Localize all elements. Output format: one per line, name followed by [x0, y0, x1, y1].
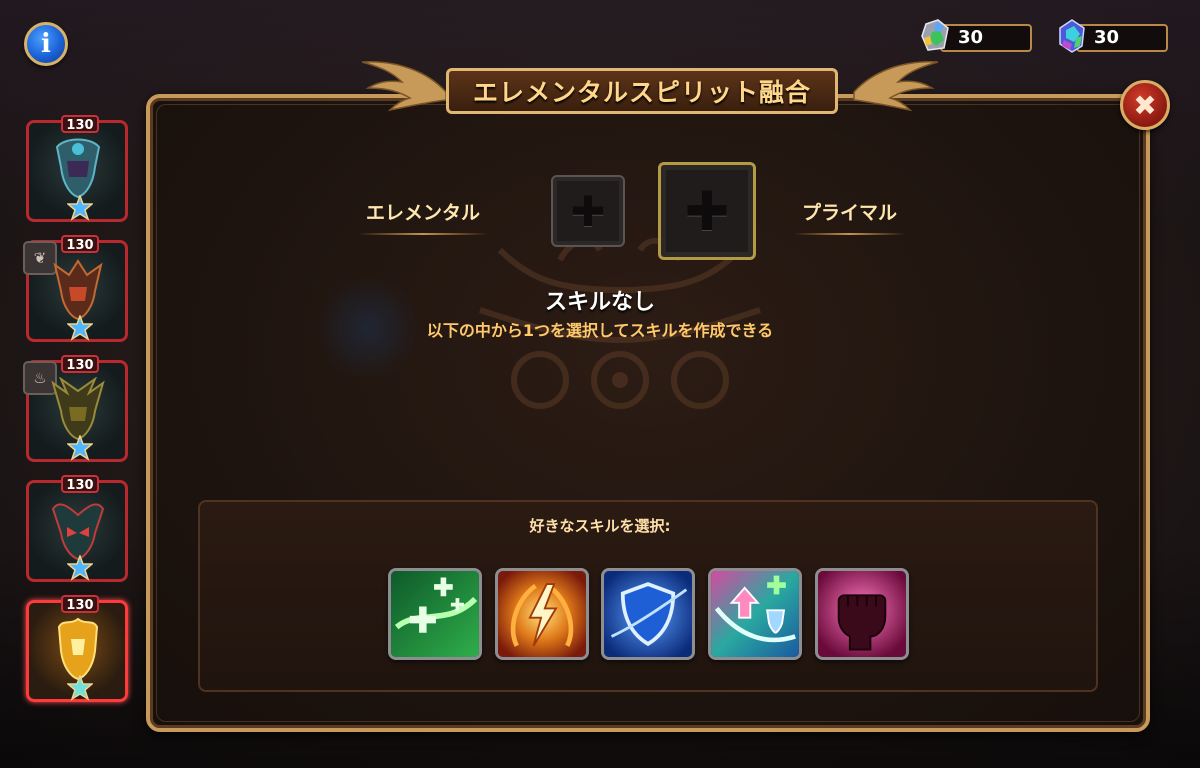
- currency-elemental: 30: [918, 19, 1036, 56]
- label-underline: [358, 233, 489, 235]
- skill-description: 以下の中から1つを選択してスキルを作成できる: [426, 321, 774, 340]
- skill-title: スキルなし: [544, 290, 655, 315]
- currency-primal: 30: [1054, 19, 1172, 56]
- close-icon: ✖: [1133, 88, 1157, 122]
- plus-icon: ✚: [684, 179, 730, 243]
- hero-card-5-selected[interactable]: 130: [26, 595, 128, 702]
- star-icon: [67, 195, 93, 221]
- elemental-slot[interactable]: ✚: [551, 175, 625, 247]
- lightning-burst-icon: [498, 571, 586, 657]
- skill-option-shield[interactable]: [601, 568, 695, 660]
- hero-level: 130: [61, 595, 99, 613]
- skill-option-lightning[interactable]: [495, 568, 589, 660]
- primal-slot[interactable]: ✚: [658, 162, 756, 260]
- hero-level: 130: [61, 475, 99, 493]
- healing-icon: [391, 571, 479, 657]
- info-icon: i: [41, 29, 51, 59]
- buff-heal-icon: [711, 571, 799, 657]
- elemental-crystal-icon: [921, 19, 949, 51]
- skill-option-buff-heal[interactable]: [708, 568, 802, 660]
- star-icon: [67, 675, 93, 701]
- primal-label-text: プライマル: [802, 202, 898, 224]
- elemental-label-text: エレメンタル: [366, 202, 481, 224]
- right-wing-ornament: [853, 61, 939, 112]
- shield-icon: [604, 571, 692, 657]
- primal-label: プライマル: [794, 198, 906, 235]
- hero-level: 130: [61, 235, 99, 253]
- skill-option-healing[interactable]: [388, 568, 482, 660]
- page-title: エレメンタルスピリット融合: [446, 68, 838, 114]
- fist-icon: [818, 571, 906, 657]
- title-plate: エレメンタルスピリット融合: [436, 64, 848, 118]
- info-button[interactable]: i: [24, 22, 68, 66]
- skill-option-fist[interactable]: [815, 568, 909, 660]
- plus-icon: ✚: [570, 186, 606, 236]
- label-underline: [794, 233, 906, 235]
- left-wing-ornament: [361, 61, 447, 112]
- close-button[interactable]: ✖: [1120, 80, 1170, 130]
- hero-card-1[interactable]: 130: [26, 115, 128, 222]
- hero-level: 130: [61, 355, 99, 373]
- star-icon: [67, 435, 93, 461]
- skill-selection-prompt: 好きなスキルを選択:: [529, 517, 671, 535]
- primal-crystal-icon: [1059, 19, 1085, 53]
- star-icon: [67, 555, 93, 581]
- hero-card-3[interactable]: ♨ 130: [23, 355, 128, 462]
- hero-level: 130: [61, 115, 99, 133]
- elemental-label: エレメンタル: [358, 198, 489, 235]
